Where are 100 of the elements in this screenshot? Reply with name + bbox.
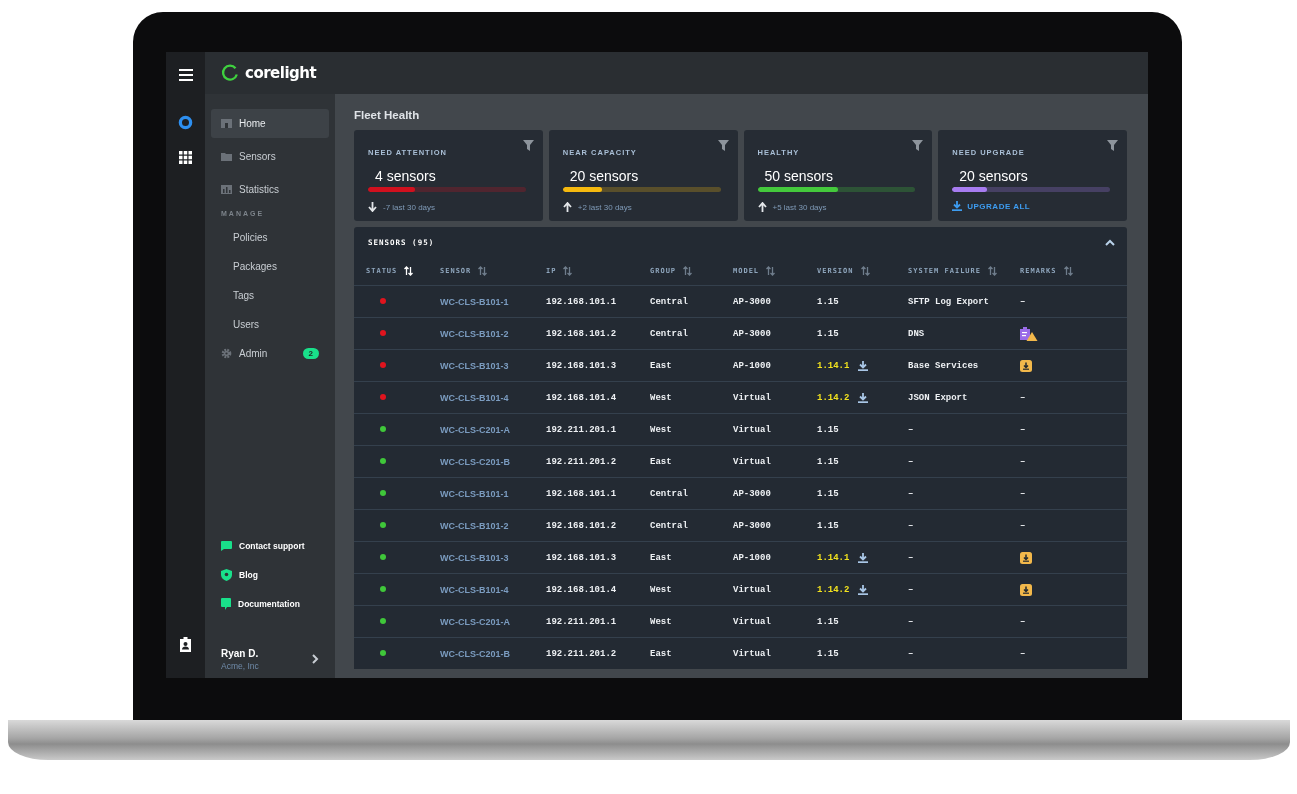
remarks-text: –	[1020, 296, 1026, 307]
download-icon[interactable]	[858, 552, 869, 563]
chevron-right-icon[interactable]	[312, 654, 319, 664]
sensor-link[interactable]: WC-CLS-B101-3	[440, 360, 509, 371]
filter-icon[interactable]	[1107, 140, 1118, 151]
sensor-count: 20 sensors	[569, 168, 639, 184]
filter-icon[interactable]	[717, 140, 729, 151]
version-text: 1.15	[817, 488, 839, 499]
ip-address: 192.168.101.2	[546, 328, 617, 339]
group-name: East	[650, 360, 672, 371]
group-name: Central	[650, 520, 688, 531]
sensor-link[interactable]: WC-CLS-C201-A	[440, 424, 510, 435]
version-text: 1.15	[817, 456, 839, 467]
sidebar-item[interactable]: Policies	[211, 223, 329, 252]
ip-address: 192.168.101.1	[546, 488, 617, 499]
ip-address: 192.168.101.4	[546, 392, 617, 403]
version-text: 1.15	[817, 616, 839, 627]
download-icon[interactable]	[858, 584, 869, 595]
group-name: Central	[650, 328, 688, 339]
sensor-link[interactable]: WC-CLS-C201-A	[440, 616, 510, 627]
shield-icon	[221, 568, 232, 581]
failure-text: –	[908, 584, 914, 595]
failure-text: JSON Export	[908, 392, 968, 403]
sidebar-link[interactable]: Documentation	[238, 598, 300, 609]
sidebar-item[interactable]: Tags	[211, 281, 329, 310]
version-text: 1.15	[817, 328, 839, 339]
ip-address: 192.168.101.3	[546, 360, 617, 371]
sidebar-item[interactable]: Home	[211, 109, 329, 138]
chart-icon	[221, 185, 232, 194]
sidebar-item[interactable]: Admin 2	[211, 339, 329, 368]
home-icon	[221, 119, 232, 128]
sensor-link[interactable]: WC-CLS-B101-4	[440, 584, 509, 595]
group-name: East	[650, 456, 672, 467]
sidebar-link[interactable]: Contact support	[239, 540, 305, 551]
page-title: Fleet Health	[354, 109, 421, 121]
model-name: AP-3000	[733, 520, 771, 531]
clipboard-warning-icon	[1020, 326, 1038, 341]
model-name: Virtual	[733, 584, 771, 595]
document-icon	[221, 597, 231, 610]
grid-icon[interactable]	[179, 151, 192, 164]
sensor-link[interactable]: WC-CLS-C201-B	[440, 456, 510, 467]
group-name: West	[650, 392, 672, 403]
sidebar-link[interactable]: Blog	[239, 569, 258, 580]
failure-text: –	[908, 616, 914, 627]
sensor-link[interactable]: WC-CLS-B101-2	[440, 328, 509, 339]
sensor-count: 50 sensors	[764, 168, 833, 184]
ip-address: 192.168.101.3	[546, 552, 617, 563]
sensor-link[interactable]: WC-CLS-B101-1	[440, 488, 509, 499]
group-name: West	[650, 584, 672, 595]
model-name: AP-3000	[733, 328, 771, 339]
remarks-text: –	[1020, 424, 1026, 435]
sidebar-item[interactable]: Sensors	[211, 142, 329, 171]
sidebar-item[interactable]: Packages	[211, 252, 329, 281]
download-badge-icon	[1020, 551, 1032, 564]
download-icon[interactable]	[858, 392, 869, 403]
ip-address: 192.168.101.2	[546, 520, 617, 531]
failure-text: –	[908, 456, 914, 467]
folder-icon	[221, 152, 232, 161]
download-icon	[952, 201, 963, 211]
group-name: Central	[650, 296, 688, 307]
user-organization: Acme, Inc	[221, 660, 260, 671]
model-name: AP-1000	[733, 360, 771, 371]
sensor-link[interactable]: WC-CLS-B101-1	[440, 296, 509, 307]
menu-icon[interactable]	[178, 69, 193, 81]
failure-text: –	[908, 424, 914, 435]
group-name: East	[650, 648, 672, 659]
collapse-icon[interactable]	[1105, 238, 1115, 246]
chat-icon	[221, 540, 232, 551]
sensor-count: 4 sensors	[375, 168, 436, 184]
sidebar-item[interactable]: Statistics	[211, 175, 329, 204]
ring-icon[interactable]	[178, 115, 193, 130]
filter-icon[interactable]	[912, 140, 924, 151]
logo-ring-icon	[221, 64, 239, 82]
filter-icon[interactable]	[522, 140, 534, 151]
version-text: 1.15	[817, 520, 839, 531]
count-badge: 2	[302, 348, 319, 359]
model-name: AP-3000	[733, 488, 771, 499]
failure-text: Base Services	[908, 360, 979, 371]
failure-text: –	[908, 552, 914, 563]
remarks-text: –	[1020, 648, 1026, 659]
version-text: 1.14.2	[817, 392, 850, 403]
sensor-link[interactable]: WC-CLS-B101-4	[440, 392, 509, 403]
sidebar-item[interactable]: Users	[211, 310, 329, 339]
version-text: 1.15	[817, 648, 839, 659]
group-name: Central	[650, 488, 688, 499]
ip-address: 192.211.201.2	[546, 456, 617, 467]
model-name: Virtual	[733, 616, 771, 627]
sensor-count: 20 sensors	[959, 168, 1028, 184]
sensor-link[interactable]: WC-CLS-C201-B	[440, 648, 510, 659]
remarks-text: –	[1020, 456, 1026, 467]
group-name: West	[650, 616, 672, 627]
ip-address: 192.211.201.2	[546, 648, 617, 659]
model-name: Virtual	[733, 392, 771, 403]
id-badge-icon[interactable]	[179, 637, 192, 652]
trend-text: +2 last 30 days	[577, 202, 632, 212]
sensor-link[interactable]: WC-CLS-B101-2	[440, 520, 509, 531]
user-name: Ryan D.	[221, 647, 260, 659]
sensor-link[interactable]: WC-CLS-B101-3	[440, 552, 509, 563]
upgrade-link[interactable]: UPGRADE ALL	[952, 201, 1031, 211]
download-icon[interactable]	[858, 360, 869, 371]
